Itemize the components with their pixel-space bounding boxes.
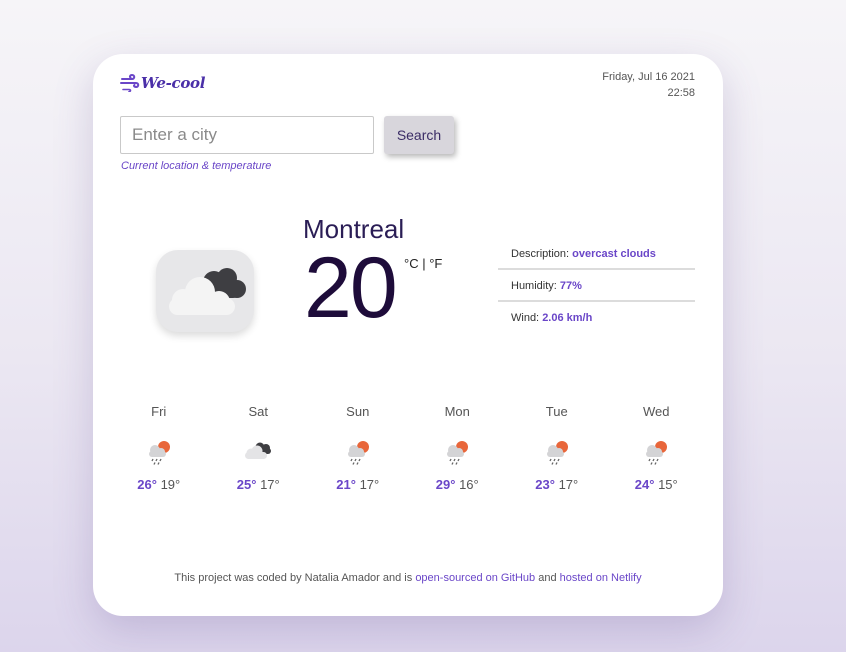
forecast-day: Fri 26° 19° [109,404,209,492]
forecast-min: 16° [459,477,479,492]
weather-details: Description: overcast clouds Humidity: 7… [498,238,695,334]
rain-sun-icon [546,441,568,465]
forecast-day: Wed 24° 15° [607,404,707,492]
footer-text-middle: and [535,572,560,584]
rain-sun-icon [447,441,469,465]
forecast-max: 21° [336,477,356,492]
description-label: Description: [511,248,570,260]
broken-clouds-icon [169,268,246,315]
forecast-temps: 24° 15° [607,477,707,492]
forecast-min: 17° [359,477,380,492]
forecast-day: Mon 29° 16° [408,404,508,492]
wind-value: 2.06 km/h [542,312,593,324]
logo: We-cool [120,74,205,92]
rain-sun-icon [347,441,369,465]
github-link[interactable]: open-sourced on GitHub [415,572,535,584]
description-row: Description: overcast clouds [498,238,695,270]
forecast-min: 15° [658,477,678,492]
forecast-day-name: Tue [545,404,568,419]
forecast-day: Sat 25° 17° [209,404,309,492]
forecast-day: Tue 23° 17° [507,404,607,492]
forecast-temps: 25° 17° [209,477,309,492]
current-location-link[interactable]: Current location & temperature [121,160,271,172]
fahrenheit-link[interactable]: °F [429,256,442,271]
unit-toggle: °C | °F [404,256,442,271]
rain-sun-icon [646,441,668,465]
broken-clouds-icon [245,442,272,459]
forecast-min: 17° [260,477,280,492]
current-weather-icon-box [156,250,254,332]
forecast-temps: 26° 19° [109,477,209,492]
forecast-day: Sun 21° 17° [308,404,408,492]
city-search-input[interactable] [120,116,374,154]
wind-row: Wind: 2.06 km/h [498,302,695,334]
forecast-day-name: Sun [346,404,370,419]
humidity-value: 77% [559,280,582,292]
forecast-temps: 29° 16° [408,477,508,492]
celsius-link[interactable]: °C [404,256,419,271]
description-value: overcast clouds [572,248,656,260]
footer-text: This project was coded by Natalia Amador… [174,572,416,584]
forecast-day-name: Mon [444,404,470,419]
current-temperature: 20 [304,240,398,336]
forecast-max: 25° [236,477,257,492]
humidity-label: Humidity: [511,280,557,292]
footer: This project was coded by Natalia Amador… [93,572,723,584]
current-datetime: Friday, Jul 16 2021 22:58 [602,69,695,101]
wind-icon [120,74,140,92]
humidity-row: Humidity: 77% [498,270,695,302]
forecast-day-name: Sat [248,404,268,419]
current-date: Friday, Jul 16 2021 [602,71,695,83]
rain-sun-icon [148,441,170,465]
forecast-min: 19° [160,477,181,492]
unit-separator: | [422,256,426,271]
daily-forecast: Fri 26° 19° Sat 25° 17° Sun 21° 17° Mon … [109,404,706,492]
forecast-temps: 23° 17° [507,477,607,492]
wind-label: Wind: [511,312,540,324]
forecast-day-name: Wed [643,404,670,419]
forecast-day-name: Fri [151,404,167,419]
forecast-max: 26° [137,477,157,492]
logo-text: We-cool [141,74,206,92]
forecast-max: 24° [634,477,655,492]
search-button[interactable]: Search [384,116,454,154]
forecast-max: 29° [435,477,456,492]
current-time: 22:58 [667,87,695,99]
weather-card: We-cool Friday, Jul 16 2021 22:58 Search… [93,54,723,616]
forecast-max: 23° [535,477,555,492]
forecast-min: 17° [558,477,579,492]
forecast-temps: 21° 17° [308,477,408,492]
netlify-link[interactable]: hosted on Netlify [560,572,642,584]
